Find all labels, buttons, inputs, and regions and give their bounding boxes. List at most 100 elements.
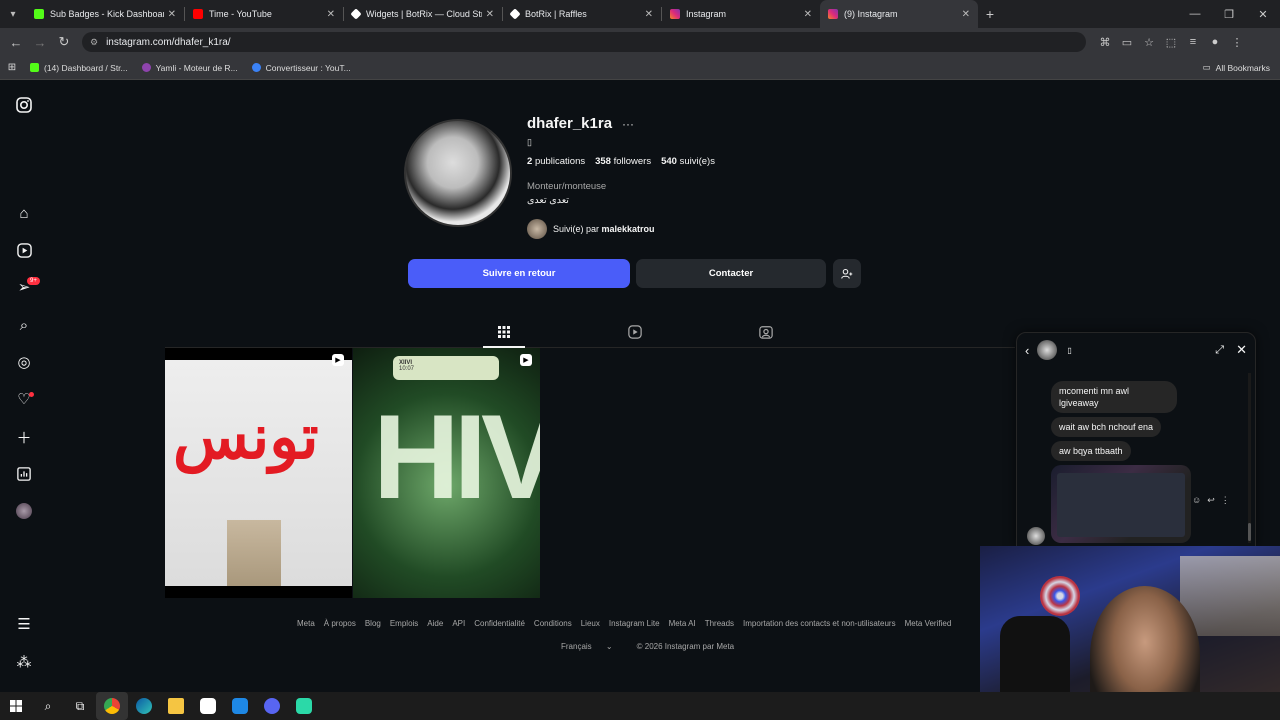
contact-button[interactable]: Contacter <box>636 259 826 288</box>
footer-link[interactable]: API <box>452 619 465 628</box>
search-icon[interactable]: ⌕ <box>32 692 64 720</box>
posts-grid-tab[interactable] <box>494 323 514 341</box>
reel-icon: ▶ <box>332 354 344 366</box>
post-tile[interactable]: تونس ▶ <box>165 348 352 598</box>
close-tab-icon[interactable]: ✕ <box>962 9 970 20</box>
post-tile[interactable]: HIV XIIVI 10:07 ▶ <box>353 348 540 598</box>
footer-link[interactable]: Instagram Lite <box>609 619 660 628</box>
tab-title: Sub Badges - Kick Dashboard <box>50 9 164 19</box>
footer-link[interactable]: Conditions <box>534 619 572 628</box>
follow-back-button[interactable]: Suivre en retour <box>408 259 630 288</box>
chevron-left-icon[interactable]: ‹ <box>1025 343 1029 358</box>
tab-title: (9) Instagram <box>844 9 898 19</box>
close-tab-icon[interactable]: ✕ <box>486 9 494 20</box>
reload-icon[interactable]: ↻ <box>52 34 76 50</box>
footer-link[interactable]: Importation des contacts et non-utilisat… <box>743 619 896 628</box>
footer-link[interactable]: Confidentialité <box>474 619 525 628</box>
search-icon[interactable]: ⌕ <box>14 315 34 335</box>
more-options-icon[interactable]: ⋮ <box>1221 495 1230 506</box>
message-actions: ☺ ↩ ⋮ <box>1192 495 1236 506</box>
close-tab-icon[interactable]: ✕ <box>645 9 653 20</box>
url-input[interactable]: ⚙ instagram.com/dhafer_k1ra/ <box>82 32 1086 52</box>
footer-link[interactable]: Threads <box>705 619 734 628</box>
tab-youtube[interactable]: Time - YouTube ✕ <box>185 0 343 28</box>
edge-icon[interactable] <box>128 692 160 720</box>
discord-icon[interactable] <box>256 692 288 720</box>
followers-count[interactable]: 358 followers <box>595 156 651 167</box>
instagram-sidenav: ⌂ ➢ 9+ ⌕ ◎ ♡ ＋ ☰ ⁂ <box>0 81 48 692</box>
chat-avatar[interactable] <box>1037 340 1058 360</box>
footer-link[interactable]: Blog <box>365 619 381 628</box>
dashboard-icon[interactable] <box>14 464 34 484</box>
footer-link[interactable]: Meta Verified <box>905 619 952 628</box>
minimize-icon[interactable]: — <box>1178 8 1212 21</box>
bookmark-convertisseur[interactable]: Convertisseur : YouT... <box>251 63 351 73</box>
react-emoji-icon[interactable]: ☺ <box>1192 495 1201 506</box>
kick-icon <box>30 63 39 72</box>
profile-stats: 2 publications 358 followers 540 suivi(e… <box>527 156 725 167</box>
expand-icon[interactable]: ⤢ <box>1215 344 1224 357</box>
folder-icon: ▭ <box>1202 62 1211 72</box>
bookmark-star-icon[interactable]: ☆ <box>1138 36 1160 49</box>
footer-link[interactable]: Lieux <box>581 619 600 628</box>
footer-link[interactable]: Aide <box>427 619 443 628</box>
explore-icon[interactable]: ◎ <box>14 352 34 372</box>
chat-shared-image[interactable] <box>1051 465 1191 543</box>
home-icon[interactable]: ⌂ <box>14 203 34 223</box>
tab-botrix-widgets[interactable]: Widgets | BotRix — Cloud Strea ✕ <box>344 0 502 28</box>
profile-options-icon[interactable]: ··· <box>622 117 634 131</box>
file-explorer-icon[interactable] <box>160 692 192 720</box>
translate-icon[interactable]: ⌘ <box>1094 36 1116 49</box>
all-bookmarks-button[interactable]: ▭ All Bookmarks <box>1203 62 1270 73</box>
chat-scrollbar[interactable] <box>1248 373 1251 543</box>
reels-icon[interactable] <box>14 240 34 260</box>
close-tab-icon[interactable]: ✕ <box>327 9 335 20</box>
windows-start-icon[interactable] <box>0 692 32 720</box>
close-tab-icon[interactable]: ✕ <box>804 9 812 20</box>
instagram-logo-icon[interactable] <box>14 95 34 115</box>
forward-icon[interactable]: → <box>28 35 52 50</box>
restore-icon[interactable]: ❐ <box>1212 8 1246 21</box>
close-tab-icon[interactable]: ✕ <box>168 9 176 20</box>
profile-avatar-large[interactable] <box>404 119 512 227</box>
browser-menu-icon[interactable]: ⋮ <box>1226 36 1248 49</box>
bookmark-kick-dashboard[interactable]: (14) Dashboard / Str... <box>30 63 128 73</box>
reply-icon[interactable]: ↩ <box>1207 495 1215 506</box>
extensions-icon[interactable]: ⬚ <box>1160 36 1182 49</box>
apps-grid-icon[interactable]: ⊞ <box>0 62 24 73</box>
new-tab-button[interactable]: + <box>978 6 1002 22</box>
chrome-icon[interactable] <box>96 692 128 720</box>
tab-botrix-raffles[interactable]: BotRix | Raffles ✕ <box>503 0 661 28</box>
footer-link[interactable]: Emplois <box>390 619 418 628</box>
back-icon[interactable]: ← <box>4 35 28 50</box>
captain-america-shield-image <box>1040 576 1080 616</box>
profile-icon[interactable]: ● <box>1204 36 1226 49</box>
site-info-icon[interactable]: ⚙ <box>90 37 98 48</box>
store-icon[interactable] <box>192 692 224 720</box>
suggested-users-icon[interactable] <box>833 259 861 288</box>
tab-kick-dashboard[interactable]: Sub Badges - Kick Dashboard ✕ <box>26 0 184 28</box>
tab-instagram[interactable]: Instagram ✕ <box>662 0 820 28</box>
footer-link[interactable]: À propos <box>324 619 356 628</box>
close-icon[interactable]: ✕ <box>1236 342 1247 358</box>
more-menu-icon[interactable]: ☰ <box>14 614 34 634</box>
profile-avatar[interactable] <box>14 501 34 521</box>
reels-tab[interactable] <box>625 323 645 341</box>
cast-icon[interactable]: ▭ <box>1116 36 1138 49</box>
tab-instagram-active[interactable]: (9) Instagram ✕ <box>820 0 978 28</box>
mail-icon[interactable] <box>224 692 256 720</box>
language-select[interactable]: Français ⌄ <box>561 642 625 651</box>
create-plus-icon[interactable]: ＋ <box>14 427 34 447</box>
app-icon[interactable] <box>288 692 320 720</box>
followed-by[interactable]: Suivi(e) par malekkatrou <box>527 219 655 239</box>
bookmark-yamli[interactable]: Yamli - Moteur de R... <box>141 63 238 73</box>
tagged-tab[interactable] <box>756 323 776 341</box>
footer-link[interactable]: Meta <box>297 619 315 628</box>
following-count[interactable]: 540 suivi(e)s <box>661 156 715 167</box>
meta-apps-icon[interactable]: ⁂ <box>14 652 34 672</box>
footer-link[interactable]: Meta AI <box>669 619 696 628</box>
tab-search-icon[interactable]: ▾ <box>0 0 26 28</box>
close-window-icon[interactable]: ✕ <box>1246 8 1280 21</box>
media-control-icon[interactable]: ≡ <box>1182 36 1204 49</box>
task-view-icon[interactable]: ⧉ <box>64 692 96 720</box>
